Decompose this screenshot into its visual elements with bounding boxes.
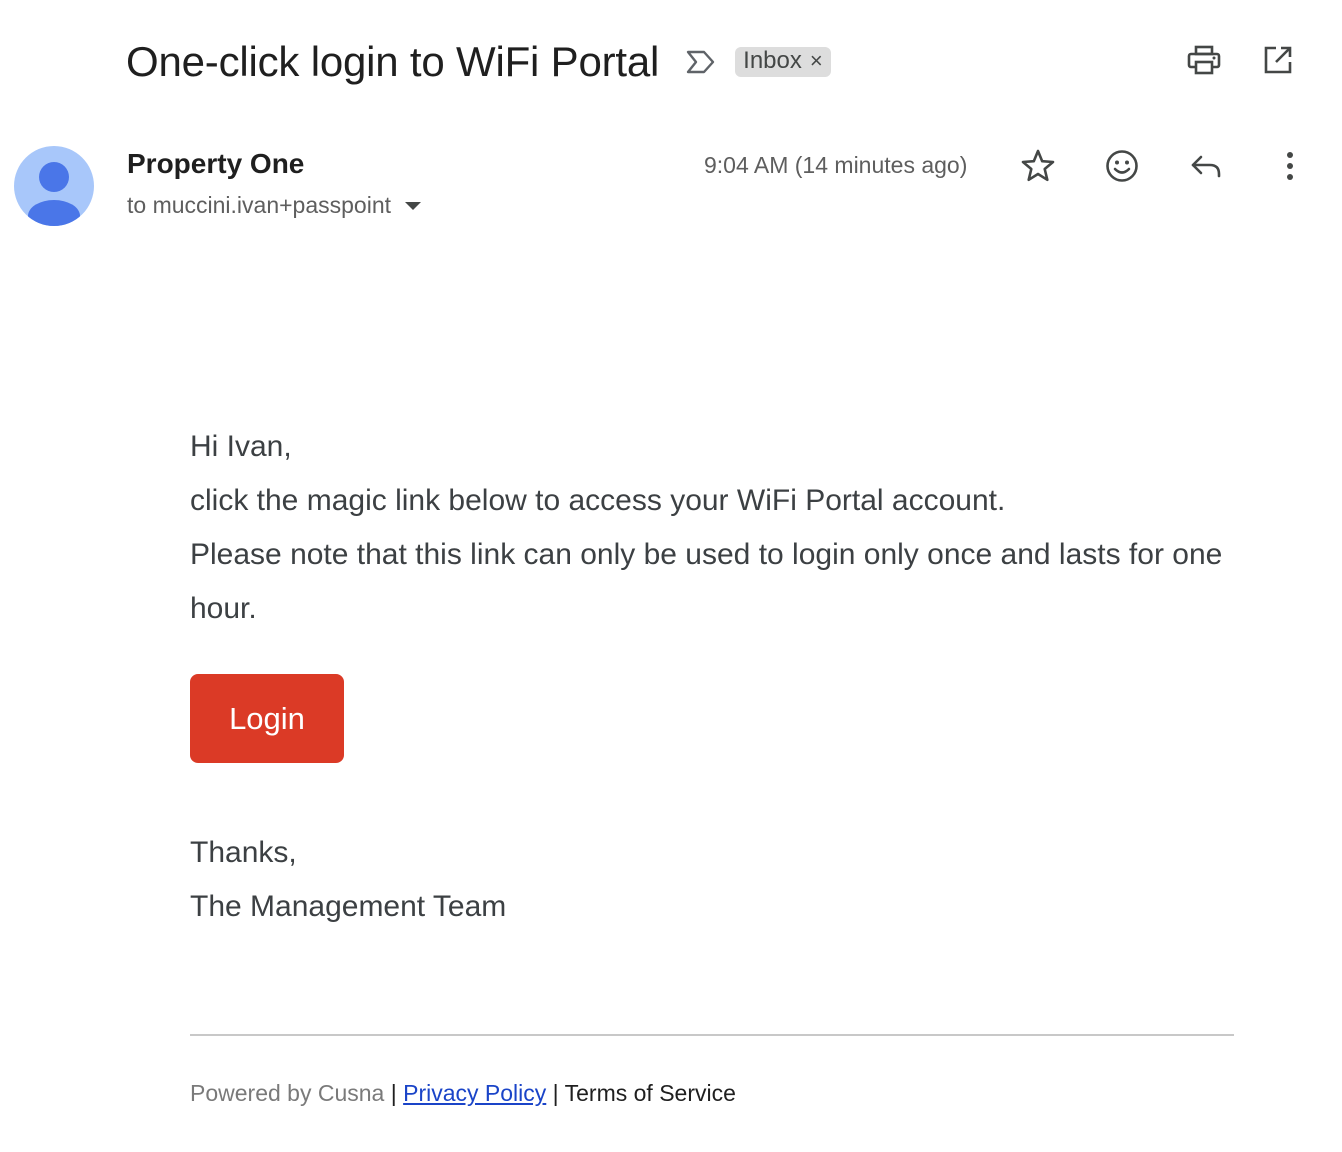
email-subject: One-click login to WiFi Portal <box>126 38 660 85</box>
recipient-text: to muccini.ivan+passpoint <box>127 192 392 218</box>
email-timestamp: 9:04 AM (14 minutes ago) <box>704 152 968 178</box>
sender-avatar[interactable] <box>14 146 94 226</box>
print-icon[interactable] <box>1186 42 1222 78</box>
caret-down-icon[interactable] <box>405 201 422 210</box>
more-vertical-icon[interactable] <box>1270 146 1310 186</box>
emoji-reaction-icon[interactable] <box>1102 146 1142 186</box>
star-icon[interactable] <box>1018 146 1058 186</box>
team-text: The Management Team <box>190 890 507 923</box>
subject-row: One-click login to WiFi Portal Inbox × <box>126 32 831 92</box>
email-body: Hi Ivan, click the magic link below to a… <box>190 420 1250 636</box>
reply-icon[interactable] <box>1186 146 1226 186</box>
footer-divider <box>190 1034 1234 1036</box>
sender-name[interactable]: Property One <box>127 148 304 180</box>
footer-separator: | <box>552 1080 559 1106</box>
inbox-label-chip[interactable]: Inbox × <box>735 47 831 77</box>
footer-separator: | <box>390 1080 397 1106</box>
terms-of-service-text: Terms of Service <box>564 1080 736 1106</box>
label-chip-text: Inbox <box>743 47 802 74</box>
importance-marker-icon[interactable] <box>685 48 717 76</box>
person-icon <box>28 162 80 226</box>
greeting-text: Hi Ivan, <box>190 430 292 463</box>
body-line-1: click the magic link below to access you… <box>190 484 1006 517</box>
email-view: One-click login to WiFi Portal Inbox × P… <box>0 0 1342 1152</box>
body-line-2: Please note that this link can only be u… <box>190 538 1223 625</box>
message-actions <box>1018 146 1310 186</box>
login-button[interactable]: Login <box>190 674 344 763</box>
open-in-new-window-icon[interactable] <box>1260 42 1296 78</box>
signoff: Thanks, The Management Team <box>190 826 506 934</box>
privacy-policy-link[interactable]: Privacy Policy <box>403 1080 546 1106</box>
thread-toolbar <box>1186 42 1296 78</box>
remove-label-button[interactable]: × <box>810 48 823 74</box>
thanks-text: Thanks, <box>190 836 297 869</box>
recipient-details: to muccini.ivan+passpoint <box>127 192 422 219</box>
powered-by-text: Powered by Cusna <box>190 1080 385 1106</box>
email-footer: Powered by Cusna | Privacy Policy | Term… <box>190 1080 736 1107</box>
